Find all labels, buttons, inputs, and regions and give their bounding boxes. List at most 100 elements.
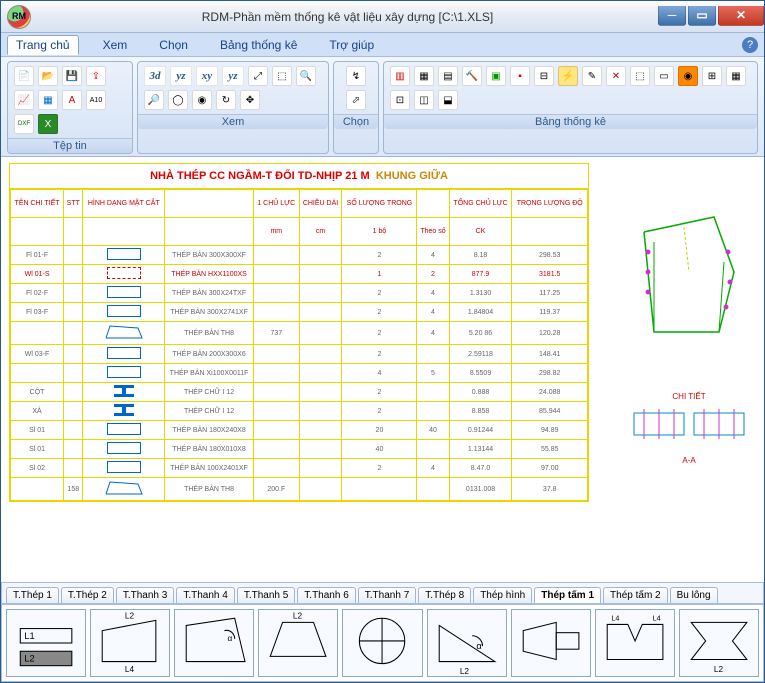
table-row[interactable]: THÉP BẢN TH8737245.20 86120.28 <box>11 322 588 345</box>
table-row[interactable]: Sl 01THÉP BẢN 180X240X820400.9124494.89 <box>11 421 588 440</box>
help-button[interactable]: ? <box>742 37 758 53</box>
table-row[interactable]: Sl 02THÉP BẢN 100X2401XF248.47.097.00 <box>11 459 588 478</box>
sheet-tab[interactable]: Bu lông <box>670 587 718 603</box>
gallery-shape-3[interactable]: α <box>174 609 254 677</box>
drawing-canvas[interactable]: NHÀ THÉP CC NGẦM-T ĐỔI TD-NHỊP 21 M KHUN… <box>1 157 764 582</box>
save-icon[interactable]: 💾 <box>62 66 82 86</box>
gallery-shape-2[interactable]: L2L4 <box>90 609 170 677</box>
sheet-tab[interactable]: T.Thanh 5 <box>237 587 295 603</box>
b2-icon[interactable]: ▭ <box>654 66 674 86</box>
b5-icon[interactable]: ▦ <box>726 66 746 86</box>
menu-chọn[interactable]: Chọn <box>151 36 196 54</box>
view-3d-button[interactable]: 3d <box>144 66 166 86</box>
titlebar: RDM-Phần mềm thống kê vật liệu xây dựng … <box>1 1 764 33</box>
menubar: Trang chủ Xem Chọn Bảng thống kê Trợ giúp? <box>1 33 764 57</box>
delete-icon[interactable]: ✕ <box>606 66 626 86</box>
table-row[interactable]: XÀTHÉP CHỮ I 1228.85885.944 <box>11 402 588 421</box>
table-row[interactable]: CỘTTHÉP CHỮ I 1220.88824.088 <box>11 383 588 402</box>
a10-icon[interactable]: A10 <box>86 90 106 110</box>
zoom-in-icon[interactable]: 🔍 <box>296 66 316 86</box>
export-icon[interactable]: ⇪ <box>86 66 106 86</box>
menu-xem[interactable]: Xem <box>95 36 136 54</box>
view-yz-button[interactable]: yz <box>170 66 192 86</box>
t6-icon[interactable]: ▪ <box>510 66 530 86</box>
dxf-icon[interactable]: DXF <box>14 114 34 134</box>
new-icon[interactable]: 📄 <box>14 66 34 86</box>
gallery-shape-1[interactable]: L1L2 <box>6 609 86 677</box>
view-yz2-button[interactable]: yz <box>222 66 244 86</box>
zoom-fit-icon[interactable]: ◯ <box>168 90 188 110</box>
bolt-icon[interactable]: ⚡ <box>558 66 578 86</box>
ribbon-group-file: 📄 📂 💾 ⇪ 📈 ▦ A A10 DXF X Tệp tin <box>7 61 133 154</box>
table-row[interactable]: Fl 01-FTHÉP BẢN 300X300XF248.18298.53 <box>11 246 588 265</box>
gallery-shape-9[interactable]: L2 <box>679 609 759 677</box>
table-row[interactable]: 158THÉP BẢN TH8200.F0131.00837.8 <box>11 478 588 501</box>
b1-icon[interactable]: ⬚ <box>630 66 650 86</box>
t2-icon[interactable]: ▦ <box>414 66 434 86</box>
menu-bảng-thống-kê[interactable]: Bảng thống kê <box>212 36 305 54</box>
ribbon-group-label: Bảng thống kê <box>384 114 757 129</box>
gallery-shape-8[interactable]: L4L4 <box>595 609 675 677</box>
select-lasso-icon[interactable]: ↯ <box>346 66 366 86</box>
ribbon: 📄 📂 💾 ⇪ 📈 ▦ A A10 DXF X Tệp tin 3d yz xy… <box>1 57 764 157</box>
select-pointer-icon[interactable]: ⬀ <box>346 90 366 110</box>
svg-text:L4: L4 <box>125 665 135 674</box>
svg-text:L2: L2 <box>459 667 469 676</box>
pan-icon[interactable]: ✥ <box>240 90 260 110</box>
sheet-tab[interactable]: T.Thanh 7 <box>358 587 416 603</box>
sheet-tab[interactable]: T.Thép 8 <box>418 587 471 603</box>
minimize-button[interactable]: ─ <box>658 6 686 26</box>
menu-trợ-giúp[interactable]: Trợ giúp <box>321 36 382 54</box>
b3-icon[interactable]: ◉ <box>678 66 698 86</box>
b8-icon[interactable]: ⬓ <box>438 90 458 110</box>
svg-text:L1: L1 <box>24 631 34 641</box>
sheet-tab[interactable]: Thép tấm 2 <box>603 587 668 603</box>
t1-icon[interactable]: ▥ <box>390 66 410 86</box>
gallery-shape-6[interactable]: αL2 <box>427 609 507 677</box>
sheet-tab[interactable]: T.Thanh 3 <box>116 587 174 603</box>
b7-icon[interactable]: ◫ <box>414 90 434 110</box>
menu-trang-chủ[interactable]: Trang chủ <box>7 35 79 55</box>
gallery-shape-4[interactable]: L2 <box>258 609 338 677</box>
t5-icon[interactable]: ▣ <box>486 66 506 86</box>
table-row[interactable]: Wl 03-FTHÉP BẢN 200X300X622.59118148.41 <box>11 345 588 364</box>
zoom-out-icon[interactable]: 🔎 <box>144 90 164 110</box>
sheet-tab[interactable]: T.Thanh 6 <box>297 587 355 603</box>
sheet-tab[interactable]: Thép hình <box>473 587 532 603</box>
gallery-shape-5[interactable] <box>342 609 422 677</box>
pencil-icon[interactable]: ✎ <box>582 66 602 86</box>
maximize-button[interactable]: ▭ <box>688 6 716 26</box>
b6-icon[interactable]: ⊡ <box>390 90 410 110</box>
refresh-icon[interactable]: ↻ <box>216 90 236 110</box>
chart-icon[interactable]: 📈 <box>14 90 34 110</box>
table-row[interactable]: Fl 03-FTHÉP BẢN 300X2741XF241.84804119.3… <box>11 303 588 322</box>
table-row[interactable]: Sl 01THÉP BẢN 180X010X8401.1314455.85 <box>11 440 588 459</box>
detail-view: CHI TIẾT A-A <box>624 207 754 465</box>
table-row[interactable]: Wl 01-STHÉP BẢN HXX1100XS12877.93181.5 <box>11 265 588 284</box>
grid-icon[interactable]: ▦ <box>38 90 58 110</box>
t3-icon[interactable]: ▤ <box>438 66 458 86</box>
view-xy-button[interactable]: xy <box>196 66 218 86</box>
sheet-tab[interactable]: T.Thép 1 <box>6 587 59 603</box>
sheet-tab[interactable]: T.Thép 2 <box>61 587 114 603</box>
b4-icon[interactable]: ⊞ <box>702 66 722 86</box>
hammer-icon[interactable]: 🔨 <box>462 66 482 86</box>
zoom-extents-icon[interactable]: ⤢ <box>248 66 268 86</box>
zoom-window-icon[interactable]: ⬚ <box>272 66 292 86</box>
excel-icon[interactable]: X <box>38 114 58 134</box>
t7-icon[interactable]: ⊟ <box>534 66 554 86</box>
detail-label: CHI TIẾT <box>624 392 754 401</box>
close-button[interactable]: ✕ <box>718 6 764 26</box>
text-a-icon[interactable]: A <box>62 90 82 110</box>
table-row[interactable]: THÉP BẢN Xi100X0011F458.5509298.82 <box>11 364 588 383</box>
table-row[interactable]: Fl 02-FTHÉP BẢN 300X24TXF241.3130117.25 <box>11 284 588 303</box>
open-icon[interactable]: 📂 <box>38 66 58 86</box>
svg-text:L2: L2 <box>293 611 303 620</box>
ribbon-group-label: Xem <box>138 114 328 129</box>
zoom-all-icon[interactable]: ◉ <box>192 90 212 110</box>
ribbon-group-label: Chọn <box>334 114 378 129</box>
svg-text:L4: L4 <box>652 613 660 622</box>
gallery-shape-7[interactable] <box>511 609 591 677</box>
sheet-tab[interactable]: T.Thanh 4 <box>176 587 234 603</box>
sheet-tab[interactable]: Thép tấm 1 <box>534 587 601 603</box>
